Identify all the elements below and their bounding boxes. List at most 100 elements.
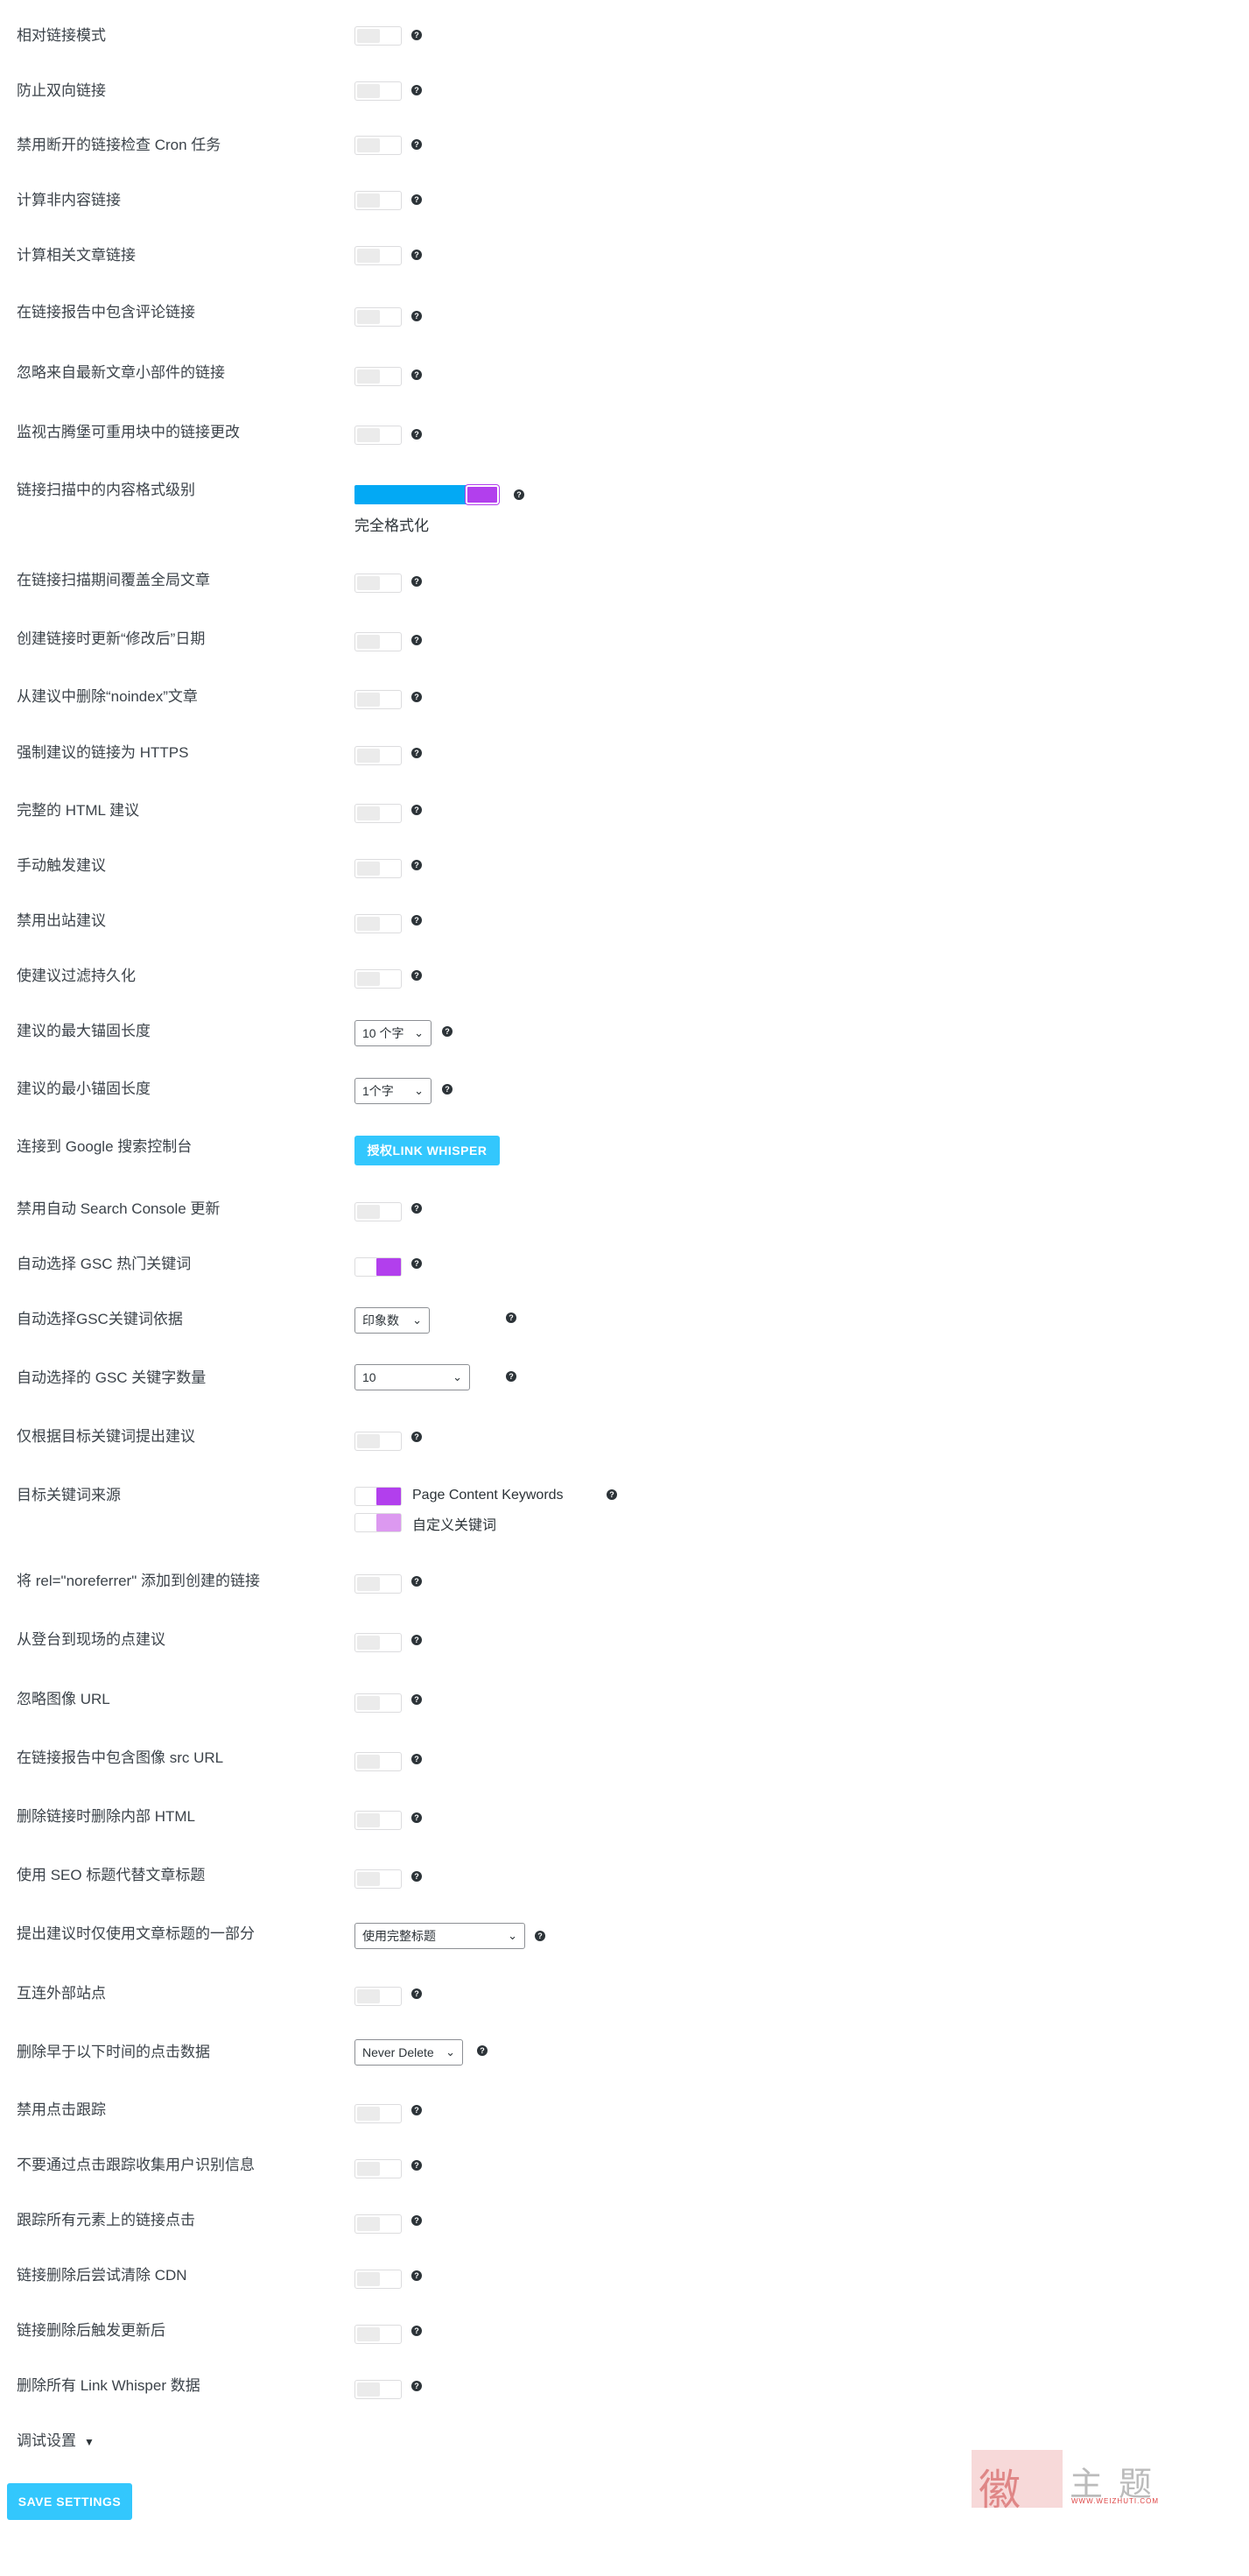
toggle-switch[interactable] (354, 746, 402, 765)
help-icon[interactable]: ? (411, 194, 422, 205)
help-icon[interactable]: ? (411, 429, 422, 440)
help-icon[interactable]: ? (411, 139, 422, 150)
help-icon[interactable]: ? (411, 370, 422, 380)
setting-row: 计算非内容链接 ? (0, 183, 1249, 218)
toggle-switch[interactable] (354, 2104, 402, 2123)
help-icon[interactable]: ? (411, 1576, 422, 1587)
toggle-knob (357, 29, 380, 43)
min-anchor-select[interactable]: 1个字 ⌄ (354, 1078, 432, 1104)
help-icon[interactable]: ? (411, 1635, 422, 1645)
help-icon[interactable]: ? (411, 30, 422, 40)
toggle-switch[interactable] (354, 1811, 402, 1830)
help-icon[interactable]: ? (411, 576, 422, 587)
help-icon[interactable]: ? (411, 1694, 422, 1705)
help-icon[interactable]: ? (411, 2270, 422, 2281)
setting-label: 计算相关文章链接 (17, 247, 136, 264)
toggle-switch[interactable] (354, 367, 402, 386)
help-icon[interactable]: ? (411, 970, 422, 981)
help-icon[interactable]: ? (411, 2381, 422, 2391)
gsc-keyword-count-select[interactable]: 10 ⌄ (354, 1364, 470, 1390)
toggle-switch[interactable] (354, 426, 402, 445)
toggle-switch[interactable] (354, 1513, 402, 1532)
toggle-switch[interactable] (354, 690, 402, 709)
help-icon[interactable]: ? (535, 1931, 545, 1941)
title-part-select[interactable]: 使用完整标题 ⌄ (354, 1923, 525, 1949)
help-icon[interactable]: ? (442, 1084, 453, 1094)
help-icon[interactable]: ? (411, 805, 422, 815)
toggle-switch[interactable] (354, 2214, 402, 2234)
slider-handle[interactable] (466, 485, 499, 504)
toggle-switch[interactable] (354, 191, 402, 210)
select-value: 10 (362, 1370, 376, 1384)
help-icon[interactable]: ? (411, 1871, 422, 1882)
help-icon[interactable]: ? (411, 2105, 422, 2115)
toggle-switch[interactable] (354, 632, 402, 651)
help-icon[interactable]: ? (411, 1203, 422, 1214)
help-icon[interactable]: ? (411, 85, 422, 95)
toggle-knob (357, 310, 380, 324)
help-icon[interactable]: ? (411, 915, 422, 926)
chevron-down-icon: ⌄ (446, 2045, 455, 2059)
toggle-switch[interactable] (354, 246, 402, 265)
setting-row: 目标关键词来源 Page Content Keywords ? 自定义关键词 (0, 1478, 1249, 1541)
help-icon[interactable]: ? (411, 692, 422, 702)
help-icon[interactable]: ? (411, 311, 422, 321)
toggle-switch[interactable] (354, 914, 402, 933)
toggle-switch[interactable] (354, 2325, 402, 2344)
authorize-link-whisper-button[interactable]: 授权LINK WHISPER (354, 1136, 500, 1165)
help-icon[interactable]: ? (411, 2326, 422, 2336)
toggle-switch[interactable] (354, 1693, 402, 1713)
help-icon[interactable]: ? (411, 1988, 422, 1999)
toggle-switch[interactable] (354, 859, 402, 878)
max-anchor-select[interactable]: 10 个字 ⌄ (354, 1020, 432, 1046)
help-icon[interactable]: ? (477, 2045, 488, 2056)
click-data-retention-select[interactable]: Never Delete ⌄ (354, 2039, 463, 2066)
help-icon[interactable]: ? (514, 489, 524, 500)
toggle-knob (357, 1872, 380, 1886)
toggle-switch[interactable] (354, 1202, 402, 1221)
setting-label: 使建议过滤持久化 (17, 968, 136, 984)
setting-row: 创建链接时更新“修改后”日期 ? (0, 622, 1249, 657)
help-icon[interactable]: ? (411, 860, 422, 870)
save-settings-button[interactable]: SAVE SETTINGS (7, 2483, 132, 2520)
toggle-switch[interactable] (354, 81, 402, 101)
help-icon[interactable]: ? (607, 1489, 617, 1500)
help-icon[interactable]: ? (411, 2160, 422, 2171)
toggle-switch[interactable] (354, 574, 402, 593)
help-icon[interactable]: ? (506, 1371, 516, 1382)
toggle-switch[interactable] (354, 969, 402, 989)
setting-label: 建议的最大锚固长度 (17, 1023, 151, 1039)
help-icon[interactable]: ? (506, 1313, 516, 1323)
toggle-switch[interactable] (354, 1752, 402, 1771)
toggle-switch[interactable] (354, 1869, 402, 1889)
toggle-switch[interactable] (354, 1487, 402, 1506)
toggle-switch[interactable] (354, 2270, 402, 2289)
toggle-switch[interactable] (354, 136, 402, 155)
help-icon[interactable]: ? (411, 1258, 422, 1269)
toggle-switch[interactable] (354, 1432, 402, 1451)
setting-label: 链接扫描中的内容格式级别 (17, 482, 195, 498)
setting-row: 相对链接模式 ? (0, 18, 1249, 53)
toggle-switch[interactable] (354, 26, 402, 46)
toggle-switch[interactable] (354, 804, 402, 823)
toggle-switch[interactable] (354, 1257, 402, 1277)
setting-row: 防止双向链接 ? (0, 74, 1249, 109)
help-icon[interactable]: ? (411, 1754, 422, 1764)
toggle-switch[interactable] (354, 307, 402, 327)
setting-row: 链接扫描中的内容格式级别 ? 完全格式化 (0, 473, 1249, 543)
help-icon[interactable]: ? (411, 1812, 422, 1823)
help-icon[interactable]: ? (442, 1026, 453, 1037)
setting-label: 删除链接时删除内部 HTML (17, 1808, 195, 1825)
toggle-switch[interactable] (354, 1633, 402, 1652)
setting-label: 使用 SEO 标题代替文章标题 (17, 1867, 206, 1883)
toggle-switch[interactable] (354, 1987, 402, 2006)
toggle-switch[interactable] (354, 2159, 402, 2178)
toggle-switch[interactable] (354, 1574, 402, 1594)
help-icon[interactable]: ? (411, 250, 422, 260)
help-icon[interactable]: ? (411, 1432, 422, 1442)
gsc-keyword-basis-select[interactable]: 印象数 ⌄ (354, 1307, 430, 1334)
help-icon[interactable]: ? (411, 748, 422, 758)
help-icon[interactable]: ? (411, 2215, 422, 2226)
toggle-switch[interactable] (354, 2380, 402, 2399)
help-icon[interactable]: ? (411, 635, 422, 645)
